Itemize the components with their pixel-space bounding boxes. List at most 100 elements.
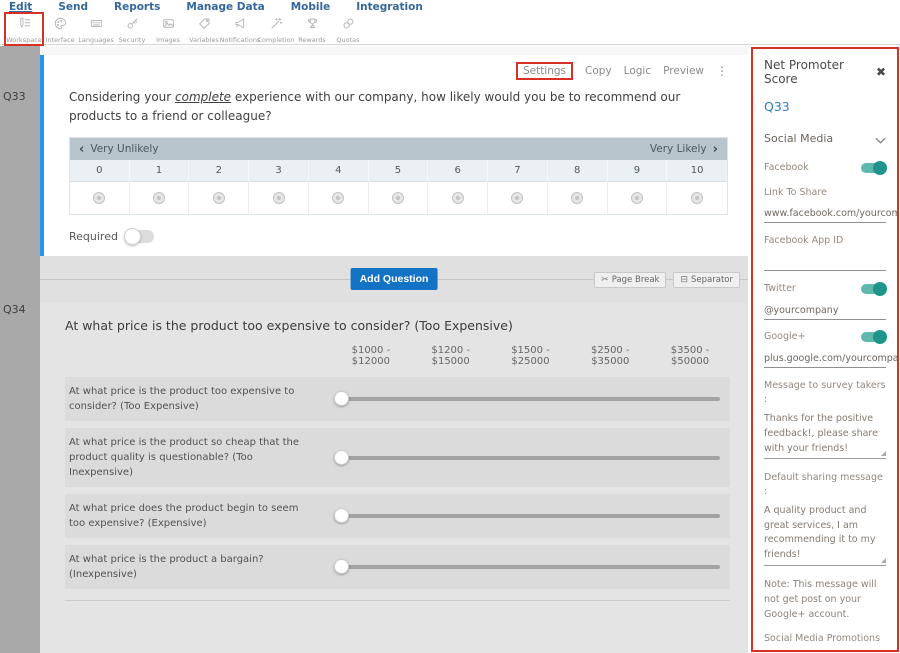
q34-row: At what price does the product begin to … — [65, 494, 730, 538]
add-question-button[interactable]: Add Question — [351, 268, 438, 290]
toolbar-item-languages[interactable]: Languages — [78, 14, 114, 44]
question-text-q33[interactable]: Considering your complete experience wit… — [69, 88, 728, 125]
google-plus-toggle[interactable] — [861, 332, 886, 342]
q34-slider-rows: At what price is the product too expensi… — [65, 377, 730, 601]
menu-item-edit[interactable]: Edit — [9, 1, 32, 13]
social-media-section-header[interactable]: Social Media — [764, 129, 886, 148]
image-icon — [161, 16, 176, 35]
canvas-top-gap — [40, 46, 748, 55]
nps-scale-header: ‹Very Unlikely Very Likely› — [70, 138, 727, 160]
logic-button[interactable]: Logic — [624, 65, 651, 77]
radio-button[interactable] — [571, 192, 583, 204]
megaphone-icon — [233, 16, 248, 35]
toolbar-item-completion[interactable]: Completion — [258, 14, 294, 44]
kebab-menu-icon[interactable]: ⋮ — [716, 64, 728, 78]
survey-builder-app: Edit Send Reports Manage Data Mobile Int… — [0, 0, 900, 653]
question-number-rail: Q33 Q34 — [0, 46, 40, 653]
toolbar-item-label: Interface — [45, 36, 74, 44]
facebook-toggle[interactable] — [861, 163, 886, 173]
settings-panel: Net Promoter Score ✖ Q33 Social Media Fa… — [751, 47, 899, 652]
copy-button[interactable]: Copy — [585, 65, 612, 77]
radio-button[interactable] — [631, 192, 643, 204]
scale-radio-cell — [667, 182, 727, 214]
question-card-q34[interactable]: At what price is the product too expensi… — [40, 303, 748, 653]
radio-button[interactable] — [511, 192, 523, 204]
top-menu-bar: Edit Send Reports Manage Data Mobile Int… — [0, 0, 900, 14]
twitter-handle-input[interactable]: @yourcompany — [764, 305, 886, 320]
toolbar-item-images[interactable]: Images — [150, 14, 186, 44]
message-to-survey-takers-textarea[interactable]: Thanks for the positive feedback!, pleas… — [764, 412, 886, 459]
toolbar-item-rewards[interactable]: Rewards — [294, 14, 330, 44]
question-title-q34[interactable]: At what price is the product too expensi… — [65, 318, 730, 333]
q34-row: At what price is the product too expensi… — [65, 377, 730, 421]
scale-radio-cell — [428, 182, 488, 214]
toolbar-item-label: Quotas — [336, 36, 359, 44]
menu-item-integration[interactable]: Integration — [356, 1, 423, 13]
nps-radio-row — [70, 182, 727, 214]
twitter-row: Twitter — [764, 282, 886, 295]
radio-button[interactable] — [213, 192, 225, 204]
radio-button[interactable] — [153, 192, 165, 204]
q34-rail-label: Q34 — [3, 303, 26, 316]
toolbar: Workspace Interface Languages Security I… — [0, 14, 900, 45]
slider-track — [342, 456, 720, 460]
facebook-app-id-input[interactable] — [764, 257, 886, 271]
slider-handle[interactable] — [334, 559, 349, 574]
question-divider-band: Add Question ✂Page Break ⊟Separator — [40, 256, 748, 303]
menu-item-send[interactable]: Send — [58, 1, 88, 13]
q34-row: At what price is the product so cheap th… — [65, 428, 730, 487]
slider-handle[interactable] — [334, 450, 349, 465]
question-card-q33[interactable]: Settings Copy Logic Preview ⋮ Considerin… — [40, 55, 748, 256]
scale-radio-cell — [130, 182, 190, 214]
separator-icon: ⊟ — [680, 275, 688, 285]
link-to-share-label: Link To Share — [764, 186, 886, 199]
google-plus-url-input[interactable]: plus.google.com/yourcompany — [764, 353, 886, 368]
toolbar-item-notifications[interactable]: Notifications — [222, 14, 258, 44]
scale-radio-cell — [309, 182, 369, 214]
price-slider — [330, 507, 722, 525]
scale-point-cell: 2 — [189, 160, 249, 182]
tag-icon — [197, 16, 212, 35]
required-toggle[interactable] — [125, 230, 154, 243]
google-plus-note: Note: This message will not get post on … — [764, 577, 886, 623]
question-link[interactable]: Q33 — [764, 99, 886, 114]
close-icon[interactable]: ✖ — [876, 66, 886, 78]
price-slider — [330, 449, 722, 467]
scale-point-cell: 10 — [667, 160, 727, 182]
q34-column-header: $1000 - $12000 — [331, 345, 411, 367]
menu-item-manage-data[interactable]: Manage Data — [186, 1, 264, 13]
toolbar-item-interface[interactable]: Interface — [42, 14, 78, 44]
toolbar-item-label: Languages — [78, 36, 113, 44]
radio-button[interactable] — [93, 192, 105, 204]
radio-button[interactable] — [273, 192, 285, 204]
trophy-icon — [305, 16, 320, 35]
google-plus-row: Google+ — [764, 330, 886, 343]
separator-button[interactable]: ⊟Separator — [673, 272, 740, 288]
page-break-label: Page Break — [612, 275, 660, 285]
link-to-share-input[interactable]: www.facebook.com/yourcompany — [764, 208, 886, 223]
preview-button[interactable]: Preview — [663, 65, 704, 77]
menu-item-reports[interactable]: Reports — [114, 1, 160, 13]
radio-button[interactable] — [691, 192, 703, 204]
chevron-left-icon: ‹ — [79, 142, 84, 157]
question-text-emphasis: complete — [175, 90, 231, 104]
radio-button[interactable] — [332, 192, 344, 204]
toolbar-item-quotas[interactable]: Quotas — [330, 14, 366, 44]
menu-item-mobile[interactable]: Mobile — [291, 1, 331, 13]
toolbar-item-security[interactable]: Security — [114, 14, 150, 44]
default-sharing-message-textarea[interactable]: A quality product and great services, I … — [764, 504, 886, 566]
slider-handle[interactable] — [334, 508, 349, 523]
radio-button[interactable] — [392, 192, 404, 204]
page-break-button[interactable]: ✂Page Break — [594, 272, 666, 288]
twitter-toggle[interactable] — [861, 284, 886, 294]
q34-row-label: At what price is the product a bargain? … — [69, 552, 330, 582]
content-area: Q33 Q34 Settings Copy Logic Preview ⋮ Co… — [0, 46, 900, 653]
radio-button[interactable] — [452, 192, 464, 204]
toolbar-item-label: Rewards — [298, 36, 326, 44]
divider-tools: ✂Page Break ⊟Separator — [594, 272, 740, 288]
toolbar-item-variables[interactable]: Variables — [186, 14, 222, 44]
settings-button[interactable]: Settings — [516, 62, 573, 80]
toolbar-item-workspace[interactable]: Workspace — [6, 14, 42, 44]
slider-track — [342, 397, 720, 401]
slider-handle[interactable] — [334, 391, 349, 406]
